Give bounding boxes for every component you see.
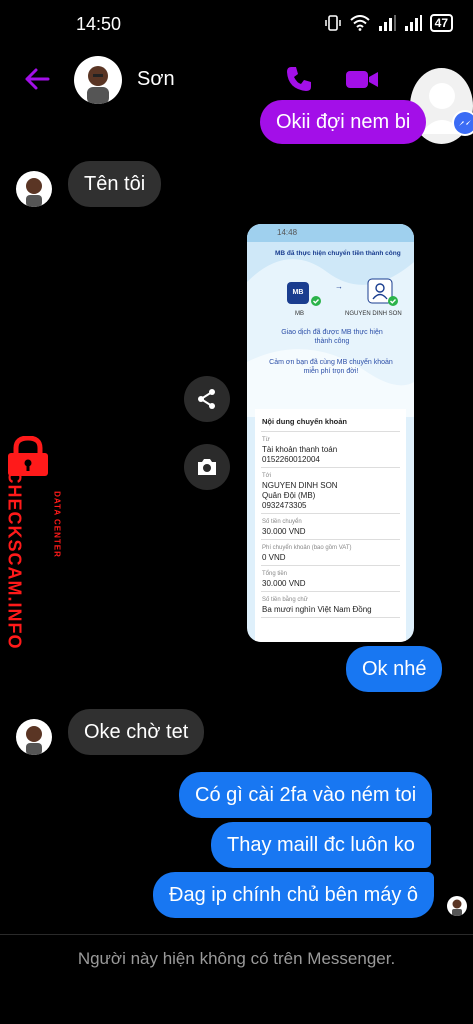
from-account-number: 0152260012004 — [262, 455, 320, 464]
watermark-subtitle: DATA CENTER — [52, 491, 62, 558]
thanks-message: Cảm ơn bạn đã cùng MB chuyển khoản miễn … — [269, 359, 393, 375]
divider — [261, 513, 400, 514]
from-label: MB — [295, 311, 304, 317]
divider — [261, 431, 400, 432]
save-image-button[interactable] — [184, 444, 230, 490]
message-bubble-outgoing[interactable]: Ok nhé — [346, 646, 443, 692]
divider — [261, 565, 400, 566]
message-bubble-outgoing[interactable]: Okii đợi nem bi — [260, 100, 427, 144]
share-icon — [198, 389, 215, 409]
to-name: NGUYEN DINH SON — [262, 481, 338, 490]
to-label: NGUYEN DINH SON — [345, 311, 402, 317]
success-message: Giao dịch đã được MB thực hiện thành côn… — [281, 329, 383, 345]
contact-avatar-small — [16, 719, 52, 755]
status-time: 14:50 — [76, 14, 122, 34]
check-icon — [388, 296, 398, 306]
receipt-heading: MB đã thực hiện chuyển tiền thành công — [275, 250, 401, 257]
fee-value: 0 VND — [262, 553, 286, 562]
message-bubble-outgoing[interactable]: Có gì cài 2fa vào ném toi — [179, 772, 433, 818]
unavailable-notice: Người này hiện không có trên Messenger. — [77, 949, 396, 968]
receipt-status-bar: 14:48 — [247, 224, 414, 242]
video-call-icon[interactable] — [344, 64, 380, 94]
vibrate-icon — [324, 15, 341, 31]
message-bubble-outgoing[interactable]: Đag ip chính chủ bên máy ô — [153, 872, 435, 918]
words-label: Số tiền bằng chữ — [262, 597, 308, 603]
receipt-time: 14:48 — [277, 228, 298, 237]
watermark: CHECKSCAM.INFO DATA CENTER — [4, 436, 62, 666]
status-icons: 47 — [324, 14, 453, 32]
from-account-name: Tài khoản thanh toán — [262, 445, 338, 454]
from-field-label: Từ — [262, 437, 270, 443]
fee-label: Phí chuyển khoản (bao gồm VAT) — [262, 545, 352, 551]
divider — [261, 617, 400, 618]
back-arrow-icon[interactable] — [22, 64, 52, 94]
seen-avatar — [447, 896, 467, 916]
share-button[interactable] — [184, 376, 230, 422]
to-account-number: 0932473305 — [262, 501, 307, 510]
bank-logo: MB — [287, 282, 309, 304]
arrow-icon: → — [335, 282, 343, 291]
contact-avatar-small — [16, 171, 52, 207]
divider — [261, 539, 400, 540]
amount-label: Số tiền chuyển — [262, 519, 302, 525]
amount-value: 30.000 VND — [262, 527, 306, 536]
signal-icon — [378, 15, 396, 31]
signal-icon — [404, 15, 422, 31]
words-value: Ba mươi nghìn Việt Nam Đồng — [262, 605, 372, 614]
to-field-label: Tới — [262, 473, 271, 479]
message-bubble-outgoing[interactable]: Thay maill đc luôn ko — [211, 822, 431, 868]
message-bubble-incoming[interactable]: Tên tôi — [68, 161, 162, 207]
battery-level: 47 — [429, 14, 453, 32]
to-bank: Quân Đội (MB) — [262, 491, 316, 500]
divider — [261, 591, 400, 592]
section-title: Nội dung chuyển khoản — [262, 417, 348, 426]
message-bubble-incoming[interactable]: Oke chờ tet — [68, 709, 205, 755]
divider — [261, 467, 400, 468]
total-label: Tổng tiền — [262, 571, 288, 577]
total-value: 30.000 VND — [262, 579, 306, 588]
footer-divider — [0, 934, 473, 935]
watermark-brand: CHECKSCAM.INFO — [4, 470, 25, 650]
contact-avatar[interactable] — [74, 56, 122, 104]
messenger-icon — [452, 110, 473, 136]
shared-image-transfer-receipt[interactable]: 14:48 MB đã thực hiện chuyển tiền thành … — [247, 224, 414, 642]
contact-name[interactable]: Sơn — [137, 68, 175, 91]
camera-icon — [198, 459, 216, 475]
phone-icon[interactable] — [284, 64, 314, 94]
check-icon — [311, 296, 321, 306]
wifi-icon — [349, 15, 370, 31]
receipt-details-card: Nội dung chuyển khoản Từ Tài khoản thanh… — [255, 409, 406, 642]
receipt-header: MB đã thực hiện chuyển tiền thành công M… — [247, 242, 414, 417]
